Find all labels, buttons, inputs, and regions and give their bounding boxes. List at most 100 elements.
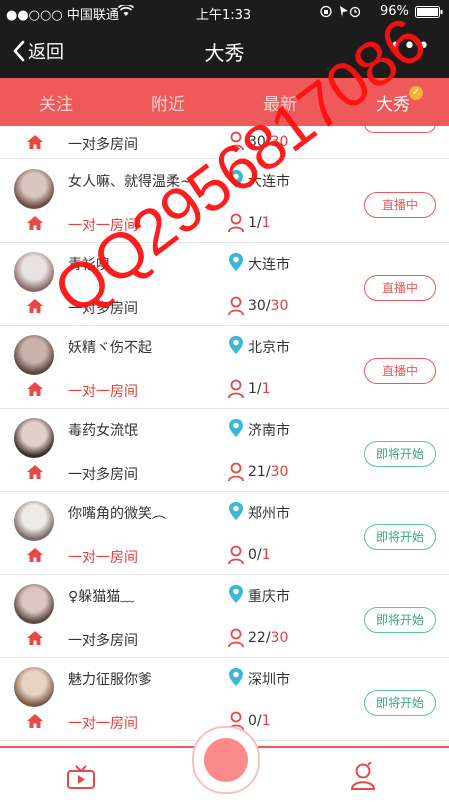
house-icon (27, 631, 43, 645)
viewer-count: 22/30 (248, 630, 289, 646)
anchor-list[interactable]: 一对多房间 30/30 女人嘛、就得温柔~ 大连市 一对一房间 1/1 直播中 青衫嗅 大连… (0, 126, 449, 746)
house-icon (27, 216, 43, 230)
record-icon (204, 738, 248, 782)
lock-rotation-icon (320, 5, 361, 22)
anchor-name: 女人嘛、就得温柔~ (68, 174, 192, 190)
bottom-tab-bar (0, 726, 449, 802)
list-item[interactable]: 你嘴角的微笑︵ 郑州市一对一房间 0/1 即将开始 (0, 491, 449, 575)
coming-soon-button[interactable]: 即将开始 (364, 441, 436, 467)
battery-percent: 96% (380, 4, 409, 19)
list-item[interactable]: 毒药女流氓 济南市一对多房间 21/30 即将开始 (0, 408, 449, 492)
room-type: 一对一房间 (68, 550, 138, 566)
location-pin-icon (229, 336, 243, 354)
more-menu-button[interactable]: ••• (389, 34, 431, 59)
person-icon (228, 545, 244, 565)
location-pin-icon (229, 585, 243, 603)
verified-check-icon: ✓ (409, 86, 423, 100)
city-label: 深圳市 (248, 672, 290, 688)
list-item[interactable]: 女人嘛、就得温柔~ 大连市一对一房间 1/1 直播中 (0, 159, 449, 243)
viewer-count: 21/30 (248, 464, 289, 480)
room-type: 一对一房间 (68, 716, 138, 732)
viewer-max: 30 (270, 630, 289, 646)
live-now-button[interactable]: 直播中 (364, 275, 436, 301)
room-type: 一对多房间 (68, 137, 138, 153)
avatar[interactable] (14, 252, 54, 292)
city-label: 郑州市 (248, 506, 290, 522)
viewer-count: 0/1 (248, 547, 271, 563)
avatar[interactable] (14, 169, 54, 209)
tv-icon[interactable] (66, 764, 96, 790)
city-label: 北京市 (248, 340, 290, 356)
wifi-icon (117, 3, 135, 21)
tab-show[interactable]: 大秀 ✓ (337, 86, 449, 115)
tab-follow[interactable]: 关注 (0, 90, 112, 115)
room-type: 一对多房间 (68, 633, 138, 649)
viewer-count: 30/30 (248, 298, 289, 314)
avatar[interactable] (14, 418, 54, 458)
viewer-count: 1/1 (248, 381, 271, 397)
anchor-name: 你嘴角的微笑︵ (68, 506, 166, 522)
anchor-name: 毒药女流氓 (68, 423, 138, 439)
location-pin-icon (229, 502, 243, 520)
list-item[interactable]: 青衫嗅 大连市一对多房间 30/30 直播中 (0, 242, 449, 326)
room-type: 一对一房间 (68, 384, 138, 400)
battery-icon (415, 6, 443, 22)
tab-show-label: 大秀 (376, 95, 410, 115)
avatar[interactable] (14, 584, 54, 624)
live-button-partial[interactable] (364, 126, 436, 133)
coming-soon-button[interactable]: 即将开始 (364, 690, 436, 716)
page-title: 大秀 (204, 41, 245, 65)
nav-bar: 返回 大秀 ••• (0, 24, 449, 78)
house-icon (27, 714, 43, 728)
room-type: 一对一房间 (68, 218, 138, 234)
clock-label: 上午1:33 (196, 8, 252, 23)
tab-latest[interactable]: 最新 (224, 90, 336, 115)
location-pin-icon (229, 170, 243, 188)
viewer-current: 1 (248, 215, 257, 231)
list-item[interactable]: 一对多房间 30/30 (0, 126, 449, 159)
viewer-current: 30 (248, 134, 266, 150)
room-type: 一对多房间 (68, 467, 138, 483)
house-icon (27, 135, 43, 149)
location-pin-icon (229, 253, 243, 271)
person-icon (228, 131, 244, 151)
list-item[interactable]: 妖精ヾ伤不起 北京市一对一房间 1/1 直播中 (0, 325, 449, 409)
city-label: 大连市 (248, 174, 290, 190)
viewer-max: 1 (261, 547, 271, 563)
room-type: 一对多房间 (68, 301, 138, 317)
avatar[interactable] (14, 501, 54, 541)
anchor-name: ♀躲猫猫﹏ (68, 589, 135, 605)
list-item[interactable]: ♀躲猫猫﹏ 重庆市 一对多房间 22/30 即将开始 (0, 574, 449, 658)
viewer-count: 1/1 (248, 215, 271, 231)
live-now-button[interactable]: 直播中 (364, 358, 436, 384)
viewer-max: 30 (270, 298, 289, 314)
location-pin-icon (229, 668, 243, 686)
coming-soon-button[interactable]: 即将开始 (364, 524, 436, 550)
house-icon (27, 382, 43, 396)
anchor-name: 青衫嗅 (68, 257, 110, 273)
tab-nearby[interactable]: 附近 (112, 90, 224, 115)
viewer-current: 30 (248, 298, 266, 314)
viewer-max: 30 (270, 134, 289, 150)
person-icon (228, 296, 244, 316)
viewer-current: 1 (248, 381, 257, 397)
anchor-name: 妖精ヾ伤不起 (68, 340, 152, 356)
viewer-max: 1 (261, 215, 271, 231)
city-label: 济南市 (248, 423, 290, 439)
city-label: 大连市 (248, 257, 290, 273)
profile-icon[interactable] (350, 762, 376, 790)
person-icon (228, 213, 244, 233)
viewer-current: 21 (248, 464, 266, 480)
house-icon (27, 299, 43, 313)
viewer-current: 0 (248, 547, 257, 563)
avatar[interactable] (14, 335, 54, 375)
person-icon (228, 379, 244, 399)
coming-soon-button[interactable]: 即将开始 (364, 607, 436, 633)
person-icon (228, 462, 244, 482)
avatar[interactable] (14, 667, 54, 707)
viewer-max: 30 (270, 464, 289, 480)
viewer-current: 22 (248, 630, 266, 646)
viewer-max: 1 (261, 381, 271, 397)
live-now-button[interactable]: 直播中 (364, 192, 436, 218)
start-live-button[interactable] (192, 726, 260, 794)
